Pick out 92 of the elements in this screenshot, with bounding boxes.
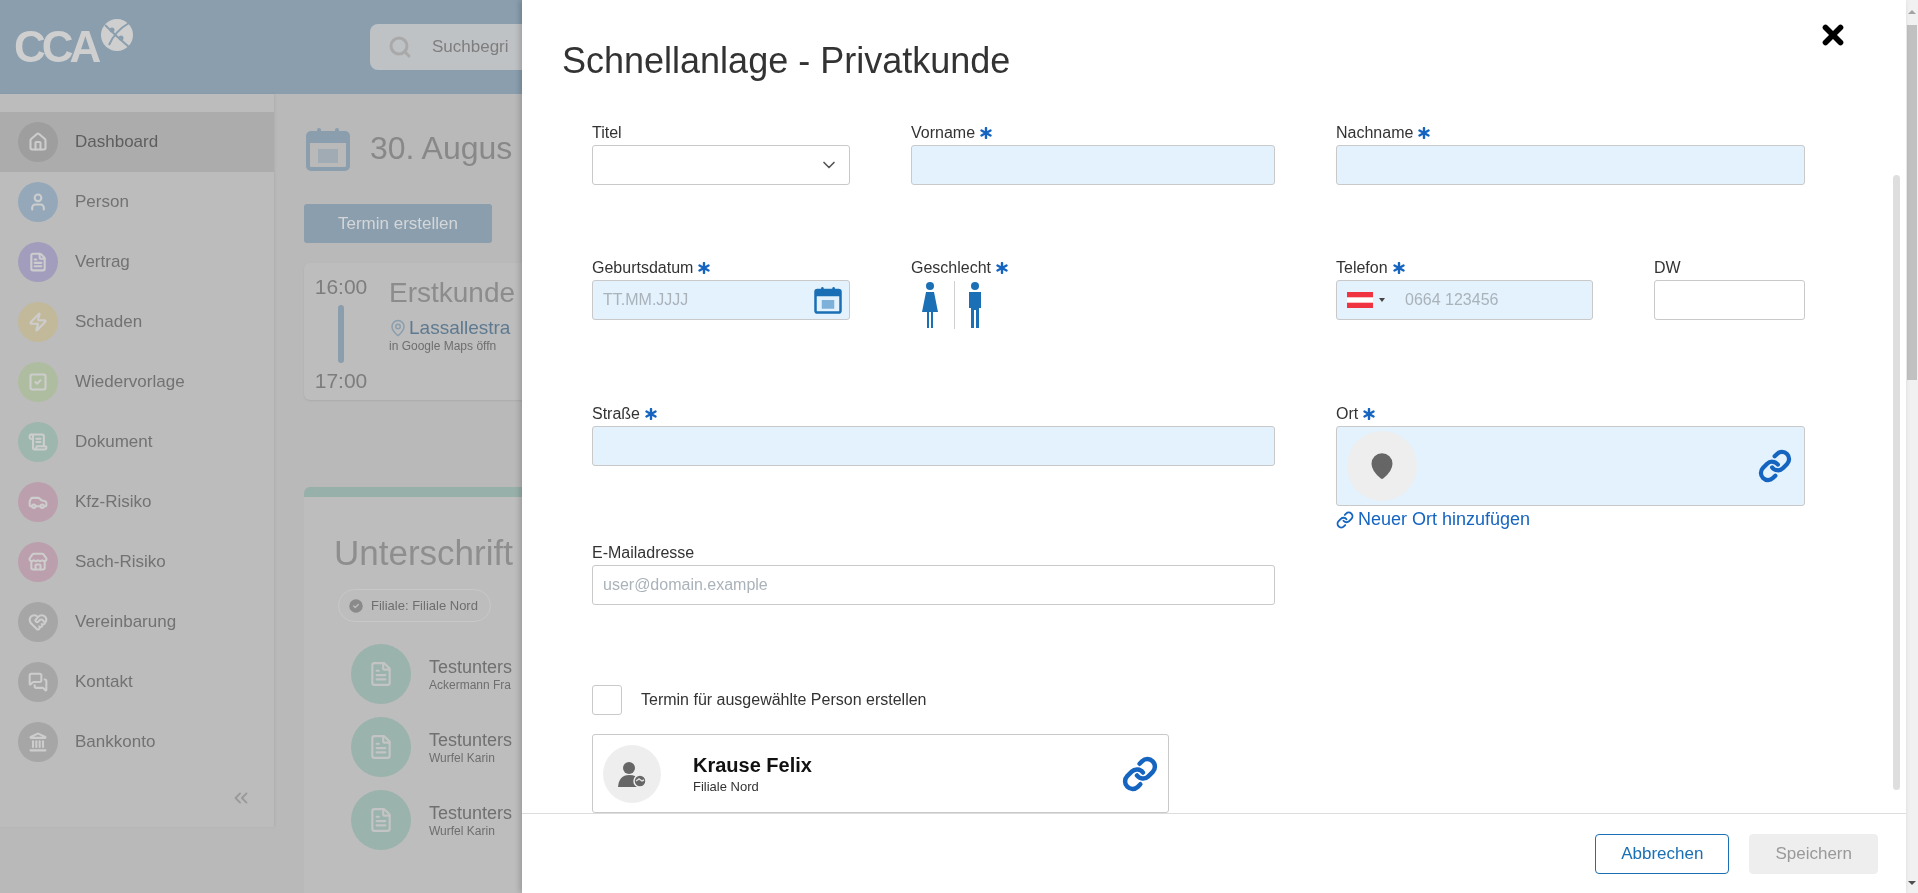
placeholder: user@domain.example [603,576,768,594]
placeholder: 0664 123456 [1405,291,1499,309]
dialog-title: Schnellanlage - Privatkunde [562,40,1011,82]
sidebar-item[interactable]: Vereinbarung [0,592,274,652]
placeholder: TT.MM.JJJJ [603,291,689,309]
document-person: Wurfel Karin [429,823,496,838]
sidebar-item[interactable]: Bankkonto [0,712,274,772]
sidebar-label: Kontakt [75,672,133,692]
input-field[interactable] [1654,280,1805,320]
start-time: 16:00 [314,275,368,299]
field-label: E-Mailadresse [592,544,695,562]
sidebar-label: Schaden [75,312,143,332]
globe-icon [99,17,136,53]
search-field[interactable]: Suchbegri [370,24,522,70]
sidebar-label: Sach-Risiko [75,552,166,572]
sidebar-item[interactable]: Vertrag [0,232,274,292]
sidebar-item[interactable]: Sach-Risiko [0,532,274,592]
phone-field[interactable]: 0664 123456 [1336,280,1593,320]
required-icon [1418,127,1431,139]
location-link[interactable]: Lassallestra [409,317,511,339]
required-icon [698,262,711,274]
field-label: Geschlecht [911,259,992,277]
scrollbar-thumb[interactable] [1907,25,1917,380]
scroll-up-icon[interactable] [1907,8,1917,16]
field-label: Straße [592,405,640,423]
person-icon [617,759,647,788]
field-label: Telefon [1336,259,1388,277]
sidebar-label: Bankkonto [75,732,156,752]
document-person: Wurfel Karin [429,750,496,765]
sidebar-label: Dokument [75,432,153,452]
document-title[interactable]: Testunters [429,729,513,751]
input-field[interactable] [1336,145,1805,185]
maps-link[interactable]: in Google Maps öffn [389,339,516,353]
sidebar-item[interactable]: Person [0,172,274,232]
field-label: Nachname [1336,124,1414,142]
sidebar-label: Dashboard [75,132,159,152]
pdf-icon [351,644,411,704]
calendar-icon [813,285,843,315]
document-title[interactable]: Testunters [429,656,513,678]
person-branch: Filiale Nord [693,778,760,794]
date-field[interactable]: TT.MM.JJJJ [592,280,850,320]
link-icon[interactable] [1758,449,1792,483]
field-label: Vorname [911,124,976,142]
female-icon[interactable] [921,282,939,328]
flag-icon[interactable] [1347,292,1385,308]
sidebar-label: Vereinbarung [75,612,177,632]
male-icon[interactable] [967,282,983,328]
sidebar-item[interactable]: Kfz-Risiko [0,472,274,532]
field-label: Ort [1336,405,1359,423]
required-icon [1392,262,1405,274]
create-appointment-button[interactable]: Termin erstellen [304,204,492,243]
required-icon [980,127,993,139]
scrollbar[interactable] [1893,175,1900,790]
field-label: Titel [592,124,622,142]
end-time: 17:00 [314,369,368,393]
required-icon [645,408,657,420]
sidebar-item[interactable]: Dashboard [0,112,274,172]
check-icon [347,596,365,615]
field-label: DW [1654,259,1681,277]
scroll-down-icon[interactable] [1907,879,1917,887]
pdf-icon [351,790,411,850]
sidebar-item[interactable]: Kontakt [0,652,274,712]
document-title[interactable]: Testunters [429,802,513,824]
document-person: Ackermann Fra [429,677,513,692]
person-card[interactable]: Krause Felix Filiale Nord [592,734,1169,813]
field-label: Geburtsdatum [592,259,694,277]
person-name: Krause Felix [693,753,813,777]
logo[interactable]: CCA [14,22,98,72]
link-icon [1336,510,1354,529]
sidebar-item[interactable]: Wiedervorlage [0,352,274,412]
input-field[interactable] [911,145,1275,185]
chip-label: Filiale: Filiale Nord [371,598,478,613]
pdf-icon [351,717,411,777]
search-icon [388,35,412,59]
required-icon [1363,408,1376,420]
sidebar-label: Kfz-Risiko [75,492,152,512]
sidebar-label: Person [75,192,129,212]
sidebar-item[interactable]: Schaden [0,292,274,352]
link-icon[interactable] [1122,755,1158,792]
title-select[interactable] [592,145,850,185]
sidebar-label: Vertrag [75,252,130,272]
map-pin-icon [389,319,407,337]
checkbox[interactable] [592,685,622,715]
scrollbar[interactable] [1906,0,1918,893]
input-field[interactable] [592,426,1275,466]
sidebar-label: Wiedervorlage [75,372,185,392]
cancel-button[interactable]: Abbrechen [1595,833,1730,874]
input-field[interactable]: user@domain.example [592,565,1275,605]
location-field[interactable] [1336,426,1805,506]
placeholder: Suchbegri [432,37,509,57]
checkbox-label[interactable]: Termin für ausgewählte Person erstellen [641,691,927,709]
sidebar-item[interactable]: Dokument [0,412,274,472]
